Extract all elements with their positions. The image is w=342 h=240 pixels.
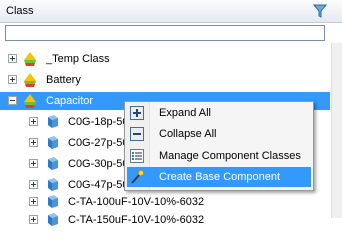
class-column-header[interactable]: Class [0, 0, 342, 23]
tree-item-label: Battery [46, 74, 81, 86]
expand-icon[interactable] [29, 215, 38, 224]
tree-row-temp-class[interactable]: _Temp Class [0, 50, 330, 68]
menu-item-collapse-all[interactable]: Collapse All [127, 124, 311, 144]
expand-icon[interactable] [29, 117, 38, 126]
tree-item-label: C-TA-100uF-10V-10%-6032 [68, 196, 205, 208]
column-title: Class [6, 5, 34, 17]
expand-icon[interactable] [29, 197, 38, 206]
filter-icon[interactable] [313, 4, 327, 18]
tree-item-label: C0G-30p-50 [68, 158, 129, 170]
component-cube-icon [48, 195, 58, 208]
tree-row-child[interactable]: C-TA-100uF-10V-10%-6032 [0, 193, 330, 211]
tree-item-label: C-TA-150uF-10V-10%-6032 [68, 214, 205, 226]
expand-icon[interactable] [29, 138, 38, 147]
tree-row-child[interactable]: C-TA-150uF-10V-10%-6032 [0, 211, 330, 229]
component-cube-icon [48, 157, 58, 170]
tree-item-label: C0G-27p-50 [68, 137, 129, 149]
tree-item-label: _Temp Class [46, 53, 110, 65]
expand-icon[interactable] [29, 180, 38, 189]
class-pyramid-icon [24, 73, 36, 87]
manage-list-icon [130, 149, 144, 163]
tree-item-label: C0G-18p-50 [68, 116, 129, 128]
vertical-scrollbar[interactable] [331, 43, 342, 218]
menu-item-manage-component-classes[interactable]: Manage Component Classes [127, 146, 311, 166]
wand-icon [131, 170, 144, 184]
tree-item-label: C0G-47p-50 [68, 179, 129, 191]
tree-row-battery[interactable]: Battery [0, 71, 330, 89]
search-field[interactable] [5, 25, 330, 41]
class-pyramid-icon [24, 52, 36, 66]
menu-item-expand-all[interactable]: Expand All [127, 103, 311, 123]
component-cube-icon [48, 213, 58, 226]
class-pyramid-icon [24, 94, 36, 108]
expand-icon[interactable] [8, 54, 17, 63]
menu-item-label: Expand All [159, 107, 211, 119]
search-input[interactable] [6, 26, 330, 40]
menu-item-label: Create Base Component [159, 171, 281, 183]
collapse-minus-icon [130, 127, 144, 141]
expand-icon[interactable] [29, 159, 38, 168]
component-cube-icon [48, 115, 58, 128]
collapse-icon[interactable] [8, 96, 17, 105]
tree-item-label: Capacitor [46, 95, 94, 107]
context-menu: Expand All Collapse All Manage Component… [124, 101, 314, 191]
expand-plus-icon [130, 106, 144, 120]
menu-item-label: Manage Component Classes [159, 150, 301, 162]
menu-item-label: Collapse All [159, 128, 217, 140]
expand-icon[interactable] [8, 75, 17, 84]
menu-item-create-base-component[interactable]: Create Base Component [127, 167, 311, 187]
component-cube-icon [48, 136, 58, 149]
component-cube-icon [48, 178, 58, 191]
